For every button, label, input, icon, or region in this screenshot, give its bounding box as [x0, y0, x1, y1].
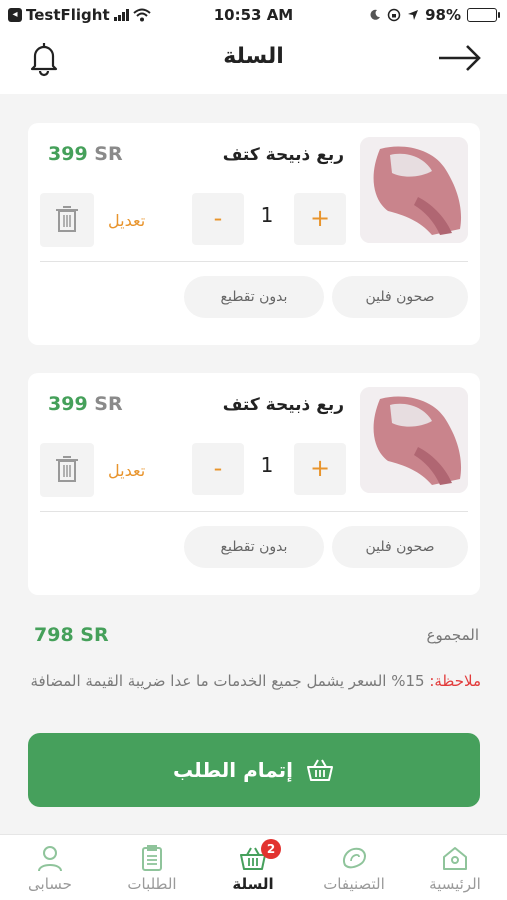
user-icon — [38, 846, 62, 872]
trash-icon — [56, 206, 78, 232]
home-icon — [443, 847, 467, 870]
location-icon — [408, 10, 419, 20]
price-currency: SR — [94, 393, 123, 415]
product-image — [360, 387, 468, 493]
note-text: 15% السعر يشمل جميع الخدمات ما عدا ضريبة… — [30, 672, 430, 690]
product-name: ربع ذبيحة كتف — [222, 145, 344, 165]
tab-label: حسابى — [28, 875, 72, 893]
quantity-value: 1 — [260, 203, 274, 227]
increase-quantity-button[interactable]: + — [294, 443, 346, 495]
tab-cart[interactable]: 2 السلة — [203, 839, 303, 893]
delete-item-button[interactable] — [40, 443, 94, 497]
tab-orders[interactable]: الطلبات — [102, 843, 202, 893]
arrow-right-icon[interactable] — [435, 38, 483, 78]
rotation-lock-icon — [387, 8, 401, 22]
tab-label: الطلبات — [127, 875, 177, 893]
checkout-button[interactable]: إتمام الطلب — [28, 733, 480, 807]
price-value: 399 — [48, 143, 88, 165]
note-label: ملاحظة: — [429, 672, 481, 690]
tab-categories[interactable]: التصنيفات — [304, 843, 404, 893]
product-name: ربع ذبيحة كتف — [222, 395, 344, 415]
divider — [40, 261, 468, 262]
delete-item-button[interactable] — [40, 193, 94, 247]
product-price: 399 SR — [48, 393, 123, 415]
meat-icon — [343, 847, 366, 869]
product-price: 399 SR — [48, 143, 123, 165]
option-chip[interactable]: بدون تقطيع — [184, 526, 324, 568]
decrease-quantity-button[interactable]: - — [192, 443, 244, 495]
price-value: 399 — [48, 393, 88, 415]
tax-note: ملاحظة: 15% السعر يشمل جميع الخدمات ما ع… — [30, 666, 481, 696]
battery-icon — [467, 8, 500, 22]
product-image — [360, 137, 468, 243]
tab-home[interactable]: الرئيسية — [405, 843, 505, 893]
increase-quantity-button[interactable]: + — [294, 193, 346, 245]
battery-percent: 98% — [425, 6, 461, 24]
tab-label: التصنيفات — [323, 875, 385, 893]
moon-icon — [370, 9, 381, 20]
edit-item-link[interactable]: تعديل — [108, 211, 145, 230]
edit-item-link[interactable]: تعديل — [108, 461, 145, 480]
tab-account[interactable]: حسابى — [0, 843, 100, 893]
header: السلة — [0, 30, 507, 94]
basket-icon — [307, 759, 334, 781]
quantity-value: 1 — [260, 453, 274, 477]
cart-badge: 2 — [261, 839, 281, 859]
option-chip[interactable]: بدون تقطيع — [184, 276, 324, 318]
price-currency: SR — [94, 143, 123, 165]
status-right: 98% — [369, 6, 500, 24]
tab-bar: الرئيسية التصنيفات 2 السلة الطلبات حسابى — [0, 834, 507, 900]
tab-label: السلة — [232, 875, 274, 893]
trash-icon — [56, 456, 78, 482]
page-title: السلة — [223, 44, 284, 69]
total-value: 798 SR — [34, 624, 109, 646]
decrease-quantity-button[interactable]: - — [192, 193, 244, 245]
cart-item-card: ربع ذبيحة كتف 399 SR + 1 - تعديل صحون فل… — [28, 123, 480, 345]
option-chip[interactable]: صحون فلين — [332, 276, 468, 318]
tab-label: الرئيسية — [429, 875, 481, 893]
status-bar: ◂ TestFlight 10:53 AM 98% — [0, 0, 507, 30]
option-chip[interactable]: صحون فلين — [332, 526, 468, 568]
checkout-label: إتمام الطلب — [172, 758, 294, 782]
divider — [40, 511, 468, 512]
clipboard-icon — [142, 845, 162, 871]
cart-item-card: ربع ذبيحة كتف 399 SR + 1 - تعديل صحون فل… — [28, 373, 480, 595]
total-label: المجموع — [426, 626, 479, 644]
